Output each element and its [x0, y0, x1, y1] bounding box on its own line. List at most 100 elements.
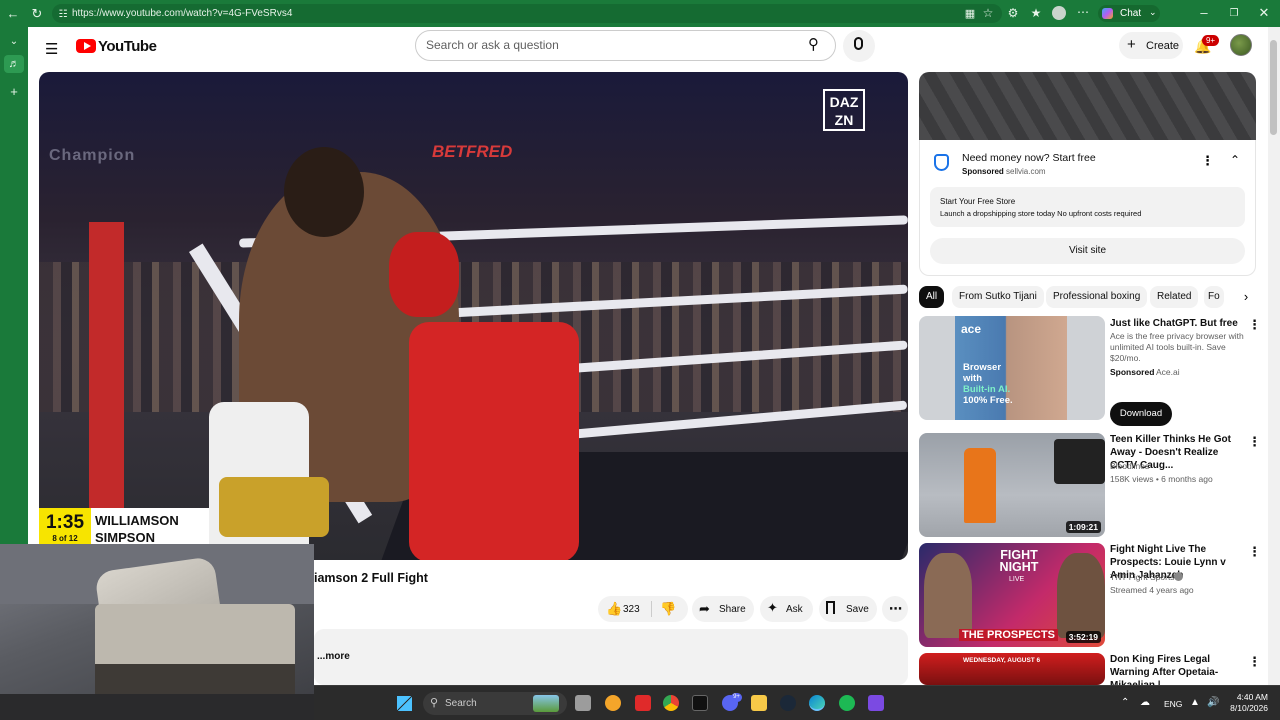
visit-site-button[interactable]: Visit site [930, 238, 1245, 264]
spotify-icon[interactable] [839, 695, 855, 711]
app-install-icon[interactable]: ▦ [962, 8, 978, 21]
rec-channel: Ace.ai [1156, 367, 1180, 377]
wifi-icon[interactable]: ▲ [1190, 697, 1200, 708]
search-icon[interactable]: ⚲ [808, 35, 819, 53]
voice-search-button[interactable] [843, 30, 875, 62]
red-shorts [409, 322, 579, 560]
rec-meta: 158K views • 6 months ago [1110, 474, 1213, 484]
app-icon[interactable] [868, 695, 884, 711]
video-duration: 1:09:21 [1065, 521, 1101, 533]
scrollbar-thumb[interactable] [1270, 40, 1277, 135]
chip-from-channel[interactable]: From Sutko Tijani [952, 286, 1044, 308]
rec-description: Ace is the free privacy browser with unl… [1110, 331, 1244, 363]
ad-sponsored-label: Sponsored [962, 167, 1004, 176]
steam-icon[interactable] [780, 695, 796, 711]
rec-menu-icon[interactable]: ⋮ [1248, 654, 1261, 670]
windows-start-icon[interactable] [397, 696, 412, 711]
speaker-tab-icon: ♬ [8, 58, 20, 70]
ace-thumb-line: Built-in AI. [963, 384, 1011, 395]
taskbar-clock[interactable]: 4:40 AM 8/10/2026 [1222, 692, 1268, 714]
show-more-link[interactable]: ...more [317, 651, 350, 662]
extensions-icon[interactable]: ⚙ [1005, 7, 1021, 20]
refresh-icon[interactable]: ↻ [29, 7, 45, 20]
chevron-up-icon[interactable]: ⌃ [1121, 697, 1129, 708]
taskbar-search-box[interactable]: ⚲ Search [423, 692, 567, 715]
video-player[interactable]: Champion BETFRED DAZ ZN 1:35 8 of 12 WIL… [39, 72, 908, 560]
description-box[interactable] [314, 629, 908, 685]
tray-app-icon[interactable]: ☁ [1140, 697, 1150, 708]
youtube-logo-text[interactable]: YouTube [98, 38, 157, 55]
terminal-app-icon[interactable] [692, 695, 708, 711]
video-title: iamson 2 Full Fight [314, 571, 428, 585]
chip-professional-boxing[interactable]: Professional boxing [1046, 286, 1148, 308]
url-text[interactable]: https://www.youtube.com/watch?v=4G-FVeSR… [72, 8, 292, 19]
favorite-star-icon[interactable]: ☆ [980, 7, 996, 20]
more-actions-button[interactable]: ⋯ [882, 596, 908, 622]
chip-related[interactable]: Related [1150, 286, 1199, 308]
site-info-icon[interactable]: ☷ [55, 8, 71, 21]
copilot-chat-button[interactable]: Chat ⌄ [1098, 5, 1160, 22]
create-label: Create [1146, 40, 1180, 52]
clock-time: 4:40 AM [1236, 692, 1268, 702]
chip-all[interactable]: All [919, 286, 945, 308]
hamburger-menu-icon[interactable]: ☰ [45, 40, 58, 58]
new-tab-icon[interactable]: + [6, 85, 22, 98]
ad-banner-image[interactable] [919, 72, 1256, 140]
rec-meta: Streamed 4 years ago [1110, 585, 1194, 595]
bookmark-icon [826, 601, 835, 614]
rec-title[interactable]: Just like ChatGPT. But free [1110, 317, 1245, 330]
chevron-up-icon[interactable]: ⌃ [1230, 153, 1240, 167]
rec-menu-icon[interactable]: ⋮ [1248, 544, 1261, 560]
rec-thumbnail[interactable]: 1:09:21 [919, 433, 1105, 537]
verified-icon [1174, 572, 1183, 581]
rec-channel[interactable]: TNT Fight Sports [1110, 572, 1175, 583]
thumb-prospects: THE PROSPECTS [959, 629, 1058, 641]
chevron-right-icon[interactable]: › [1236, 289, 1256, 304]
ace-thumb-line: 100% Free. [963, 395, 1013, 406]
like-count[interactable]: 323 [623, 604, 640, 615]
rec-menu-icon[interactable]: ⋮ [1248, 434, 1261, 450]
ace-thumb-line: with [963, 373, 982, 384]
share-button[interactable]: ➦ Share [692, 596, 754, 622]
app-icon[interactable] [605, 695, 621, 711]
close-icon[interactable]: ✕ [1256, 6, 1272, 19]
rec-channel[interactable]: Bloodlines [1110, 461, 1245, 472]
avatar[interactable] [1230, 34, 1252, 56]
play-triangle-icon [84, 42, 91, 50]
minimize-icon[interactable]: – [1196, 6, 1212, 19]
ask-button[interactable]: ✦ Ask [760, 596, 813, 622]
download-button[interactable]: Download [1110, 402, 1172, 426]
search-icon: ⚲ [430, 697, 439, 709]
maximize-icon[interactable]: ❐ [1226, 7, 1242, 20]
rec-menu-icon[interactable]: ⋮ [1248, 317, 1261, 333]
edge-icon[interactable] [809, 695, 825, 711]
parked-car [1054, 439, 1105, 484]
create-button[interactable]: + Create [1119, 32, 1183, 59]
ad-title[interactable]: Need money now? Start free [962, 152, 1096, 164]
thumbs-up-icon[interactable]: 👍 [606, 601, 622, 617]
thumbs-down-icon[interactable]: 👎 [660, 601, 676, 617]
rec-thumbnail-ad[interactable]: ace Browser with Built-in AI. 100% Free. [919, 316, 1105, 420]
save-button[interactable]: Save [819, 596, 877, 622]
rec-thumbnail[interactable]: FIGHT NIGHT LIVE THE PROSPECTS 3:52:19 [919, 543, 1105, 647]
media-app-icon[interactable] [635, 695, 651, 711]
favorites-icon[interactable]: ★ [1028, 7, 1044, 20]
thumb-live: LIVE [1009, 576, 1025, 583]
profile-icon[interactable] [1052, 6, 1066, 20]
dazn-line-2: ZN [834, 112, 854, 128]
ad-inner-card[interactable] [930, 187, 1245, 227]
file-explorer-icon[interactable] [751, 695, 767, 711]
ad-menu-icon[interactable]: ⋮ [1201, 153, 1214, 169]
rec-title[interactable]: Don King Fires Legal Warning After Opeta… [1110, 653, 1245, 685]
chip-fo[interactable]: Fo [1204, 286, 1224, 308]
volume-icon[interactable]: 🔊 [1207, 697, 1219, 708]
task-view-icon[interactable] [575, 695, 591, 711]
rec-thumbnail[interactable]: WEDNESDAY, AUGUST 6 [919, 653, 1105, 685]
language-indicator[interactable]: ENG [1164, 699, 1182, 709]
clock-date: 8/10/2026 [1230, 703, 1268, 713]
more-menu-icon[interactable]: ⋯ [1075, 6, 1091, 19]
chrome-icon[interactable] [663, 695, 679, 711]
chevron-down-icon[interactable]: ⌄ [6, 35, 22, 48]
microphone-icon [854, 37, 863, 50]
back-icon[interactable]: ← [5, 7, 21, 20]
